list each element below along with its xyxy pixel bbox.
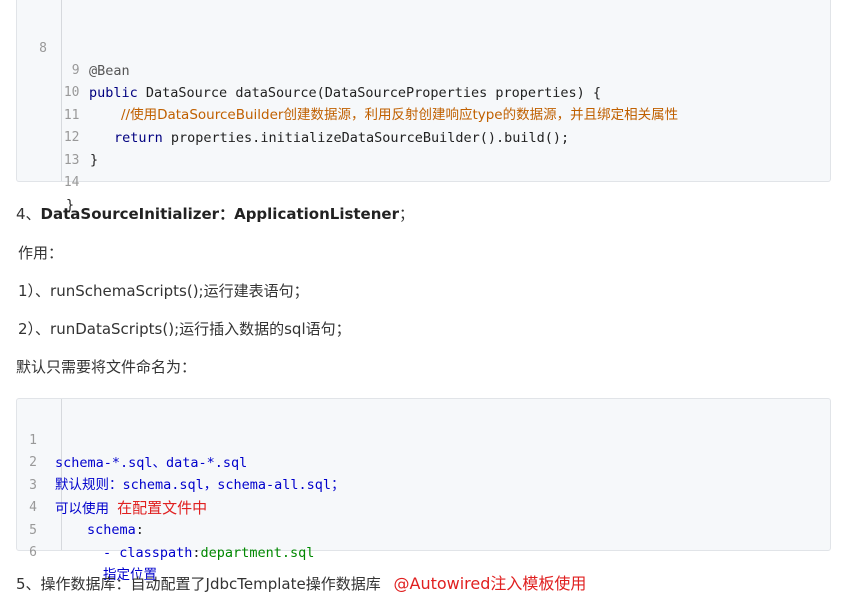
code-line: 3 可以使用 在配置文件中 xyxy=(17,453,207,517)
code-line: 13 xyxy=(17,128,80,168)
code-block-top: 8 @Bean 9 public DataSource dataSource(D… xyxy=(16,0,831,213)
heading-4: 4、DataSourceInitializer：ApplicationListe… xyxy=(16,203,414,225)
code-line: 4 schema: xyxy=(17,475,144,538)
list-item: 2）、runDataScripts();运行插入数据的sql语句； xyxy=(18,320,351,338)
code-line: 11 return properties.initializeDataSourc… xyxy=(17,83,569,146)
code-text: DataSource dataSource(DataSourceProperti… xyxy=(137,85,602,101)
code-text: schema-*.sql、data-*.sql xyxy=(55,455,248,471)
code-line: 14 } xyxy=(17,150,80,213)
code-comment: //使用DataSourceBuilder创建数据源，利用反射创建响应type的… xyxy=(121,107,679,123)
heading-4-prefix: 4、 xyxy=(16,205,41,223)
line-number: 9 xyxy=(71,63,80,78)
code-line: 1 schema-*.sql、data-*.sql xyxy=(17,408,247,471)
code-line: 12 } xyxy=(17,105,98,168)
code-line: 2 默认规则：schema.sql，schema-all.sql； xyxy=(17,430,344,493)
code-text: @Bean xyxy=(89,63,130,79)
role-label: 作用： xyxy=(18,244,64,262)
code-text: 默认规则：schema.sql，schema-all.sql； xyxy=(55,477,345,493)
heading-5-text: 5、操作数据库：自动配置了JdbcTemplate操作数据库 xyxy=(16,575,381,593)
code-line: 9 public DataSource dataSource(DataSourc… xyxy=(17,38,601,101)
code-line: 6 指定位置 xyxy=(17,520,157,583)
list-item: 1）、runSchemaScripts();运行建表语句； xyxy=(18,282,309,300)
yaml-separator: : xyxy=(135,522,144,538)
code-line: 5 - classpath:department.sql xyxy=(17,498,314,561)
code-line: 10 //使用DataSourceBuilder创建数据源，利用反射创建响应ty… xyxy=(17,60,678,123)
line-number: 14 xyxy=(63,175,80,190)
code-text: properties.initializeDataSourceBuilder()… xyxy=(162,130,570,146)
yaml-value: department.sql xyxy=(200,545,315,561)
line-number: 13 xyxy=(63,153,80,168)
yaml-key: schema xyxy=(87,522,136,538)
heading-5-note: @Autowired注入模板使用 xyxy=(393,574,587,593)
line-number: 10 xyxy=(63,85,80,100)
code-keyword: return xyxy=(114,130,163,146)
heading-4-bold: DataSourceInitializer：ApplicationListene… xyxy=(40,205,399,223)
code-block-bottom: 1 schema-*.sql、data-*.sql 2 默认规则：schema.… xyxy=(16,398,831,583)
code-text: } xyxy=(90,152,99,168)
inline-note: 在配置文件中 xyxy=(117,499,208,517)
yaml-separator: : xyxy=(192,545,201,561)
line-number: 11 xyxy=(63,108,80,123)
code-line: 8 @Bean xyxy=(17,16,129,79)
heading-4-suffix: ； xyxy=(398,205,414,223)
code-keyword: public xyxy=(89,85,138,101)
code-text: 可以使用 xyxy=(55,501,109,517)
default-naming-text: 默认只需要将文件命名为： xyxy=(16,358,197,376)
heading-5: 5、操作数据库：自动配置了JdbcTemplate操作数据库 @Autowire… xyxy=(16,573,586,595)
yaml-list-key: - classpath xyxy=(103,545,193,561)
line-number: 12 xyxy=(63,130,80,145)
line-number: 6 xyxy=(29,545,37,560)
